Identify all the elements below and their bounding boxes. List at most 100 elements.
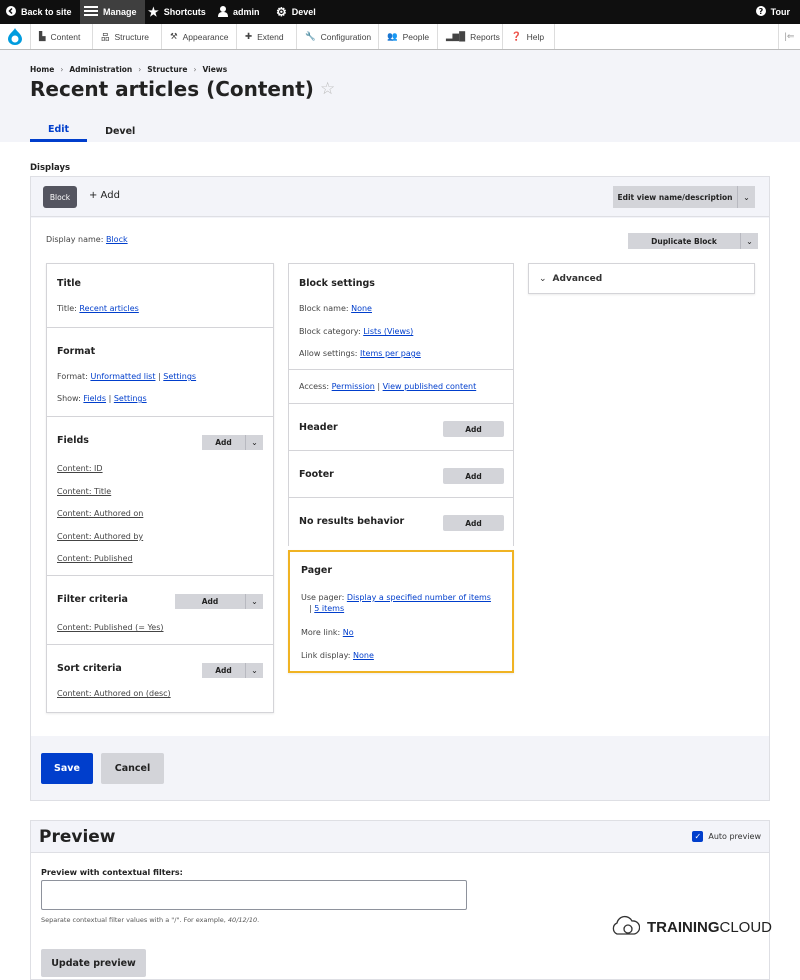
- manage-label: Manage: [103, 7, 137, 17]
- format-link[interactable]: Unformatted list: [90, 372, 155, 381]
- field-link[interactable]: Content: Authored by: [57, 532, 143, 541]
- user-label: admin: [233, 7, 260, 17]
- chevron-down-icon[interactable]: ⌄: [245, 663, 263, 678]
- checkbox-checked-icon[interactable]: ✓: [692, 831, 704, 842]
- advanced-label: Advanced: [552, 274, 603, 284]
- show-settings-link[interactable]: Settings: [114, 394, 147, 403]
- field-link[interactable]: Content: ID: [57, 464, 103, 473]
- tray-item-content[interactable]: ▙ Content: [30, 24, 80, 49]
- field-link[interactable]: Content: Title: [57, 487, 111, 496]
- block-category-link[interactable]: Lists (Views): [363, 327, 413, 336]
- sitemap-icon: 品: [101, 31, 110, 42]
- hamburger-icon: [84, 6, 98, 18]
- block-name-row: Block name: None: [299, 304, 372, 313]
- access-row: Access: Permission | View published cont…: [299, 382, 476, 391]
- tab-edit[interactable]: Edit: [30, 120, 88, 142]
- tray-item-help[interactable]: ❓ Help: [502, 24, 556, 49]
- duplicate-block-button[interactable]: Duplicate Block: [628, 233, 740, 249]
- tray-item-configuration[interactable]: 🔧 Configuration: [296, 24, 371, 49]
- no-results-add-button[interactable]: Add: [443, 515, 504, 531]
- chevron-down-icon[interactable]: ⌄: [737, 186, 755, 208]
- user-tab[interactable]: admin: [218, 0, 260, 24]
- header-heading: Header: [299, 422, 338, 433]
- allow-settings-row: Allow settings: Items per page: [299, 349, 421, 358]
- middle-column: Block settings Block name: None Block ca…: [288, 263, 514, 546]
- field-link[interactable]: Content: Authored on: [57, 509, 143, 518]
- use-pager-link[interactable]: Display a specified number of items: [347, 593, 491, 602]
- chevron-down-icon[interactable]: ⌄: [740, 233, 758, 249]
- display-name-link[interactable]: Block: [106, 235, 128, 244]
- allow-settings-link[interactable]: Items per page: [360, 349, 421, 358]
- drupal-logo-icon[interactable]: [0, 24, 30, 49]
- bar-chart-icon: ▂▆█: [446, 31, 466, 41]
- show-row: Show: Fields | Settings: [57, 394, 147, 403]
- chevron-down-icon[interactable]: ⌄: [245, 594, 263, 609]
- more-link-link[interactable]: No: [343, 628, 354, 637]
- fields-add-button[interactable]: Add: [202, 435, 245, 450]
- cancel-button[interactable]: Cancel: [101, 753, 164, 784]
- title-link[interactable]: Recent articles: [79, 304, 138, 313]
- sort-link[interactable]: Content: Authored on (desc): [57, 689, 171, 698]
- auto-preview-toggle[interactable]: ✓ Auto preview: [692, 831, 761, 842]
- breadcrumb-administration[interactable]: Administration: [69, 65, 132, 74]
- filter-link[interactable]: Content: Published (= Yes): [57, 623, 164, 632]
- update-preview-button[interactable]: Update preview: [41, 949, 146, 977]
- access-section: Access: Permission | View published cont…: [289, 370, 513, 404]
- allow-settings-label: Allow settings:: [299, 349, 358, 358]
- primary-tabs: Edit Devel: [30, 120, 153, 142]
- left-column: Title Title: Recent articles Format Form…: [46, 263, 274, 713]
- collapse-icon: |⇐: [784, 31, 795, 41]
- block-name-link[interactable]: None: [351, 304, 372, 313]
- field-link[interactable]: Content: Published: [57, 554, 133, 563]
- tray-item-appearance[interactable]: ⚒ Appearance: [161, 24, 228, 49]
- tray-orientation-toggle[interactable]: |⇐: [778, 24, 800, 49]
- help-icon: ❓: [511, 31, 522, 41]
- filter-add-button[interactable]: Add: [175, 594, 245, 609]
- block-settings-section: Block settings Block name: None Block ca…: [289, 264, 513, 370]
- shortcut-star-icon[interactable]: ☆: [320, 79, 335, 99]
- header-add-button[interactable]: Add: [443, 421, 504, 437]
- advanced-toggle[interactable]: ⌄ Advanced: [539, 274, 602, 284]
- edit-view-dropbutton: Edit view name/description ⌄: [613, 186, 755, 208]
- sort-add-button[interactable]: Add: [202, 663, 245, 678]
- svg-text:?: ?: [758, 7, 763, 16]
- tab-devel[interactable]: Devel: [87, 120, 153, 142]
- shortcuts-tab[interactable]: ★ Shortcuts: [148, 0, 206, 24]
- save-button[interactable]: Save: [41, 753, 93, 784]
- contextual-filters-input[interactable]: [41, 880, 467, 910]
- tray-item-reports[interactable]: ▂▆█ Reports: [437, 24, 500, 49]
- format-settings-link[interactable]: Settings: [163, 372, 196, 381]
- access-permission-link[interactable]: Permission: [332, 382, 375, 391]
- chevron-down-icon[interactable]: ⌄: [245, 435, 263, 450]
- edit-view-name-button[interactable]: Edit view name/description: [613, 186, 737, 208]
- manage-tab[interactable]: Manage: [80, 0, 145, 24]
- back-to-site-link[interactable]: Back to site: [6, 0, 72, 24]
- page-title: Recent articles (Content): [30, 77, 314, 101]
- devel-tab[interactable]: ⚙ Devel: [276, 0, 316, 24]
- add-display-button[interactable]: + Add: [89, 190, 120, 201]
- format-section-heading: Format: [57, 346, 96, 357]
- access-view-published-link[interactable]: View published content: [383, 382, 477, 391]
- advanced-section[interactable]: ⌄ Advanced: [528, 263, 755, 294]
- breadcrumb-home[interactable]: Home: [30, 65, 54, 74]
- gear-icon: ⚙: [276, 5, 287, 19]
- help-circle-icon: ?: [755, 6, 766, 18]
- link-display-link[interactable]: None: [353, 651, 374, 660]
- display-tab-block[interactable]: Block: [43, 186, 77, 208]
- tray-item-people[interactable]: 👥 People: [378, 24, 429, 49]
- pager-section: Pager Use pager: Display a specified num…: [288, 550, 514, 673]
- pager-items-link[interactable]: 5 items: [314, 604, 344, 613]
- breadcrumb-structure[interactable]: Structure: [147, 65, 187, 74]
- breadcrumb-views[interactable]: Views: [202, 65, 227, 74]
- devel-label: Devel: [291, 7, 316, 17]
- tray-item-extend[interactable]: ✚ Extend: [236, 24, 284, 49]
- show-link[interactable]: Fields: [83, 394, 106, 403]
- tray-item-structure[interactable]: 品 Structure: [92, 24, 149, 49]
- back-to-site-label: Back to site: [21, 7, 72, 17]
- tour-button[interactable]: ? Tour: [755, 0, 790, 24]
- page-header: Home › Administration › Structure › View…: [0, 50, 800, 142]
- title-section-heading: Title: [57, 278, 81, 289]
- preview-title: Preview: [39, 827, 116, 847]
- block-category-row: Block category: Lists (Views): [299, 327, 413, 336]
- footer-add-button[interactable]: Add: [443, 468, 504, 484]
